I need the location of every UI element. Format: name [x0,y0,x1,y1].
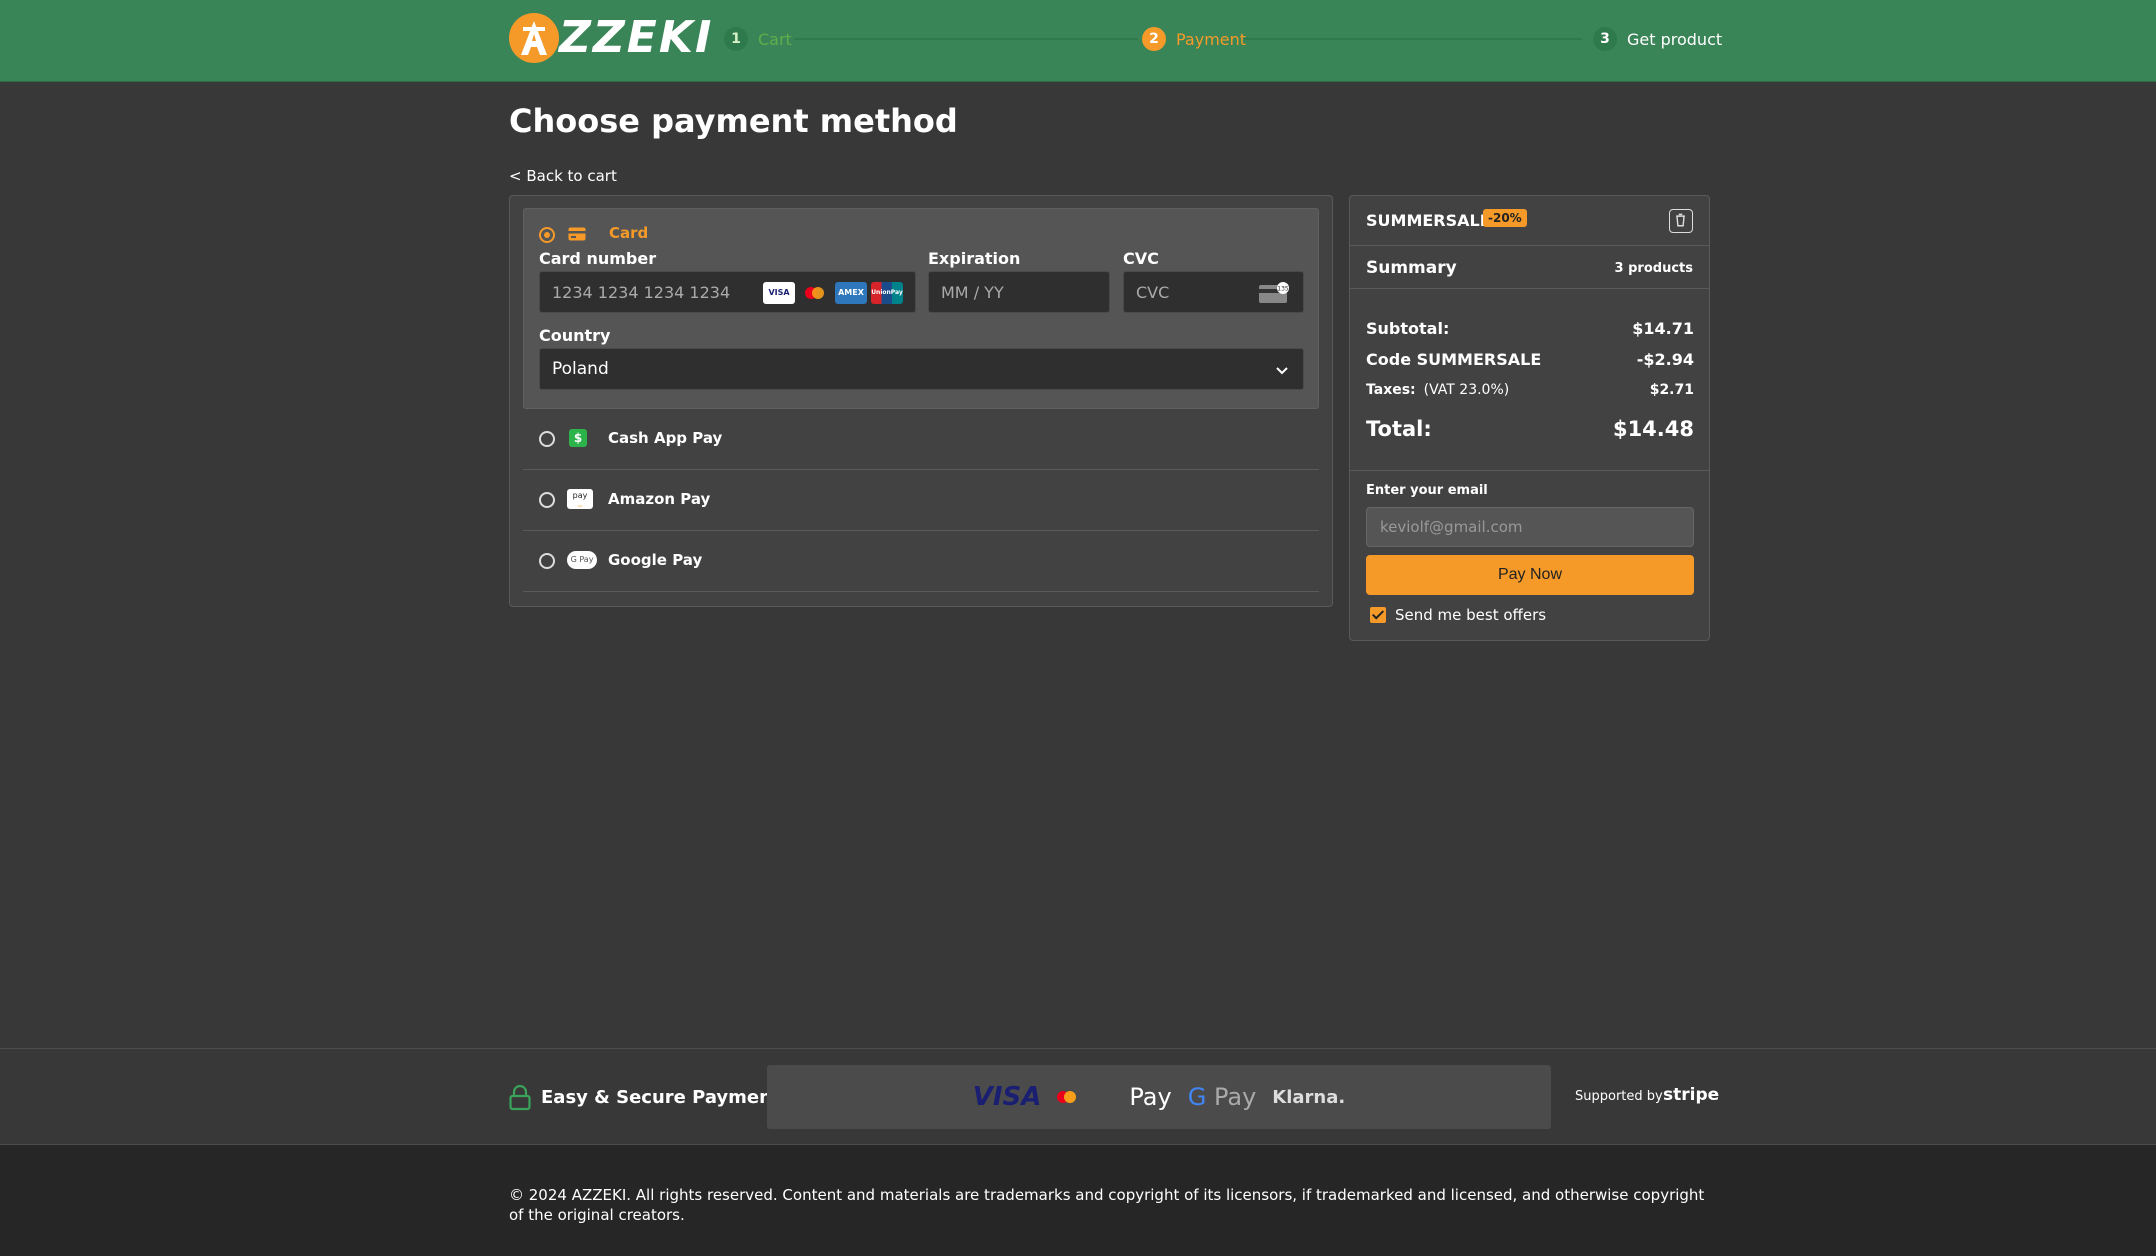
total-row: Total: $14.48 [1366,417,1694,441]
card-brand-logos: VISA AMEX UnionPay [763,282,903,304]
amazon-pay-radio[interactable] [539,492,555,508]
card-radio[interactable] [539,227,555,243]
expiration-placeholder: MM / YY [941,282,1004,302]
country-select[interactable]: Poland [539,348,1304,390]
offers-label: Send me best offers [1395,606,1547,624]
cvc-card-icon: 135 [1259,282,1289,303]
discount-value: -$2.94 [1636,350,1694,369]
taxes-note: (VAT 23.0%) [1423,382,1510,398]
secure-payments-text: Easy & Secure Payments [541,1087,792,1108]
subtotal-label: Subtotal: [1366,319,1450,338]
card-number-placeholder: 1234 1234 1234 1234 [552,282,731,302]
checkout-steps: 1 Cart 2 Payment 3 Get product [724,27,1722,51]
payment-methods-panel: Card Card number 1234 1234 1234 1234 VIS… [509,195,1333,607]
supported-by-text: Supported by [1575,1089,1663,1104]
expiration-input[interactable]: MM / YY [928,271,1110,313]
step-connector [794,38,1138,40]
email-placeholder: keviolf@gmail.com [1380,518,1523,536]
step-connector [1244,38,1582,40]
stripe-logo: stripe [1663,1085,1720,1105]
amazon-pay-option[interactable]: pay ⌣ Amazon Pay [523,470,1319,531]
total-value: $14.48 [1612,417,1694,441]
expiration-label: Expiration [928,249,1021,268]
country-label: Country [539,326,611,345]
step-label: Get product [1627,29,1723,49]
summary-divider [1350,470,1709,471]
mastercard-icon [799,282,831,304]
subtotal-row: Subtotal: $14.71 [1366,319,1694,338]
step-label: Cart [758,29,792,49]
amazon-pay-icon: pay ⌣ [567,489,593,510]
secure-payments-bar: Easy & Secure Payments VISA Pay G Pay Kl… [0,1048,2156,1145]
amazon-pay-label: Amazon Pay [608,490,711,508]
svg-text:135: 135 [1277,286,1289,293]
total-label: Total: [1366,417,1432,441]
discount-badge: -20% [1483,209,1527,227]
klarna-logo: Klarna. [1272,1086,1346,1108]
apple-pay-logo: Pay [1129,1083,1172,1111]
lock-icon [509,1085,531,1111]
visa-logo: VISA [972,1082,1042,1112]
card-number-label: Card number [539,249,657,268]
top-header: ZZEKI 1 Cart 2 Payment 3 Get product [0,0,2156,82]
copyright-text: © 2024 AZZEKI. All rights reserved. Cont… [509,1186,1705,1224]
taxes-label: Taxes: [1366,382,1416,398]
cash-app-icon: $ [569,429,587,447]
azzeki-logo[interactable]: ZZEKI [509,13,713,63]
google-pay-label: Google Pay [608,551,703,569]
pay-now-button[interactable]: Pay Now [1366,555,1694,595]
visa-icon: VISA [763,282,795,304]
discount-label: Code SUMMERSALE [1366,350,1542,369]
step-number: 2 [1142,27,1166,51]
page-title: Choose payment method [509,102,958,140]
cvc-placeholder: CVC [1136,282,1170,302]
email-label: Enter your email [1366,483,1488,498]
taxes-row: Taxes: (VAT 23.0%) $2.71 [1366,382,1694,398]
summary-title: Summary [1366,258,1457,278]
country-value: Poland [552,359,609,379]
subtotal-value: $14.71 [1632,319,1694,338]
cash-app-pay-radio[interactable] [539,431,555,447]
mastercard-logo [1057,1090,1113,1104]
cash-app-pay-option[interactable]: $ Cash App Pay [523,409,1319,470]
offers-checkbox-row[interactable]: Send me best offers [1370,606,1546,624]
step-number: 1 [724,27,748,51]
google-pay-option[interactable]: G Pay Google Pay [523,531,1319,592]
logo-badge-icon [509,13,559,63]
payment-brands-box: VISA Pay G Pay Klarna. [767,1065,1551,1129]
discount-row: Code SUMMERSALE -$2.94 [1366,350,1694,369]
product-count: 3 products [1614,261,1693,276]
step-cart[interactable]: 1 Cart [724,27,792,51]
google-pay-radio[interactable] [539,553,555,569]
taxes-value: $2.71 [1649,382,1694,398]
trash-icon[interactable] [1669,209,1693,233]
email-input[interactable]: keviolf@gmail.com [1366,507,1694,547]
credit-card-icon [568,227,586,241]
card-number-input[interactable]: 1234 1234 1234 1234 VISA AMEX UnionPay [539,271,916,313]
back-to-cart-link[interactable]: < Back to cart [509,167,617,185]
promo-code-row: SUMMERSALE -20% [1350,196,1709,246]
card-method-section: Card Card number 1234 1234 1234 1234 VIS… [523,208,1319,409]
google-pay-logo: G Pay [1187,1083,1257,1111]
promo-code: SUMMERSALE [1366,211,1491,230]
cash-app-pay-label: Cash App Pay [608,429,723,447]
logo-text: ZZEKI [559,12,714,63]
step-get-product: 3 Get product [1593,27,1722,51]
step-label: Payment [1176,29,1247,49]
offers-checkbox[interactable] [1370,607,1386,623]
footer: © 2024 AZZEKI. All rights reserved. Cont… [0,1145,2156,1256]
cvc-input[interactable]: CVC 135 [1123,271,1304,313]
step-number: 3 [1593,27,1617,51]
order-summary-panel: SUMMERSALE -20% Summary 3 products Subto… [1349,195,1710,641]
google-pay-icon: G Pay [567,551,597,569]
amex-icon: AMEX [835,282,867,304]
unionpay-icon: UnionPay [871,282,903,304]
step-payment: 2 Payment [1142,27,1246,51]
card-label: Card [609,224,649,242]
summary-header: Summary 3 products [1350,246,1709,289]
cvc-label: CVC [1123,249,1159,268]
chevron-down-icon [1276,367,1288,375]
